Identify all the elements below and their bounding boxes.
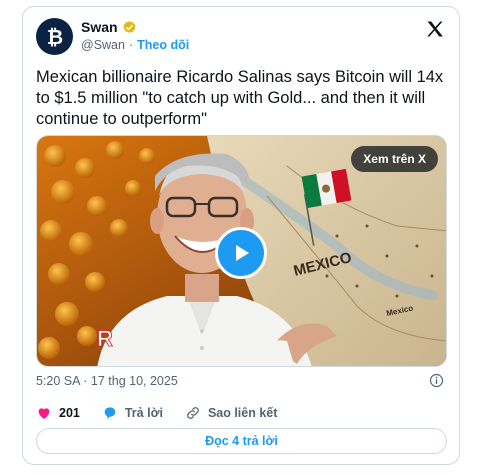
- svg-text:R: R: [97, 326, 113, 351]
- follow-button[interactable]: Theo dõi: [137, 38, 189, 52]
- action-bar: 201 Trả lời Sao liên kết: [36, 405, 299, 421]
- avatar[interactable]: ₿: [36, 18, 73, 55]
- read-replies-button[interactable]: Đọc 4 trả lời: [36, 428, 447, 454]
- verified-badge-icon: [123, 20, 136, 33]
- like-button[interactable]: 201: [36, 405, 80, 421]
- author-handle[interactable]: @Swan: [81, 38, 125, 52]
- video-thumbnail[interactable]: MEXICO Mexico R Xem trên X: [36, 135, 447, 367]
- tweet-card[interactable]: ₿ Swan @Swan · Theo dõi Mexican billiona…: [22, 6, 460, 465]
- reply-button[interactable]: Trả lời: [102, 405, 163, 421]
- view-on-x-button[interactable]: Xem trên X: [351, 146, 438, 172]
- reply-label: Trả lời: [124, 406, 163, 420]
- tweet-timestamp[interactable]: 5:20 SA · 17 thg 10, 2025: [36, 374, 178, 388]
- play-icon: [236, 245, 249, 261]
- x-logo-icon[interactable]: [425, 19, 445, 39]
- copy-link-button[interactable]: Sao liên kết: [185, 405, 277, 421]
- separator-dot: ·: [128, 38, 134, 52]
- heart-icon: [38, 408, 50, 419]
- info-icon[interactable]: [429, 373, 444, 388]
- author-name[interactable]: Swan: [81, 19, 118, 35]
- tweet-text: Mexican billionaire Ricardo Salinas says…: [36, 68, 444, 128]
- like-count: 201: [59, 406, 80, 420]
- bitcoin-logo-icon: ₿: [46, 25, 62, 49]
- reply-bubble-icon: [104, 407, 116, 419]
- copy-link-label: Sao liên kết: [207, 406, 278, 420]
- svg-text:₿: ₿: [46, 25, 62, 49]
- play-button[interactable]: [215, 227, 267, 279]
- link-icon: [187, 407, 199, 419]
